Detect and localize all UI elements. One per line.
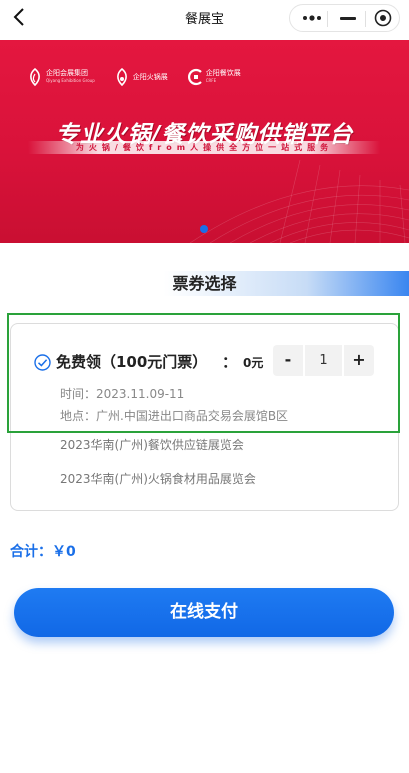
increase-button[interactable]: + bbox=[344, 345, 374, 376]
total-amount: 合计：￥0 bbox=[10, 544, 76, 560]
ticket-colon: ： bbox=[222, 353, 238, 371]
logo-qiyang-catering: 企阳餐饮展 CRFE bbox=[186, 67, 241, 87]
partner-logos: 企阳会展集团 Qiyang Exhibition Group 企阳火锅展 企阳餐饮… bbox=[26, 66, 259, 88]
capsule-divider bbox=[327, 11, 328, 27]
navigation-bar: 餐展宝 bbox=[0, 0, 409, 36]
mini-program-capsule bbox=[289, 4, 400, 32]
banner-carousel[interactable]: 企阳会展集团 Qiyang Exhibition Group 企阳火锅展 企阳餐饮… bbox=[0, 40, 409, 243]
quantity-stepper: - 1 + bbox=[273, 345, 374, 376]
quantity-value[interactable]: 1 bbox=[305, 345, 342, 376]
ticket-location: 地点：广州.中国进出口商品交易会展馆B区 bbox=[60, 409, 289, 423]
banner-subline: 为火锅/餐饮from人操供全方位一站式服务 bbox=[75, 143, 334, 152]
capsule-divider bbox=[365, 11, 366, 27]
exhibition-item: 2023华南(广州)火锅食材用品展览会 bbox=[60, 472, 256, 486]
decrease-button[interactable]: - bbox=[273, 345, 303, 376]
pay-online-button[interactable]: 在线支付 bbox=[14, 588, 394, 637]
carousel-indicator bbox=[0, 225, 409, 233]
ticket-price: 0元 bbox=[243, 356, 264, 370]
section-title: 票券选择 bbox=[172, 274, 237, 293]
ticket-time: 时间：2023.11.09-11 bbox=[60, 387, 185, 401]
ticket-name: 免费领（100元门票） bbox=[56, 353, 208, 371]
target-circle-icon[interactable] bbox=[374, 9, 392, 27]
section-header: 票券选择 bbox=[0, 271, 409, 296]
more-dots-icon[interactable] bbox=[302, 13, 322, 23]
exhibition-item: 2023华南(广州)餐饮供应链展览会 bbox=[60, 438, 244, 452]
logo-qiyang-hotpot: 企阳火锅展 bbox=[113, 67, 168, 87]
carousel-dot-active[interactable] bbox=[200, 225, 208, 233]
minimize-icon[interactable] bbox=[340, 17, 356, 20]
check-circle-icon[interactable] bbox=[34, 354, 51, 371]
logo-qiyang-group: 企阳会展集团 Qiyang Exhibition Group bbox=[26, 67, 95, 87]
